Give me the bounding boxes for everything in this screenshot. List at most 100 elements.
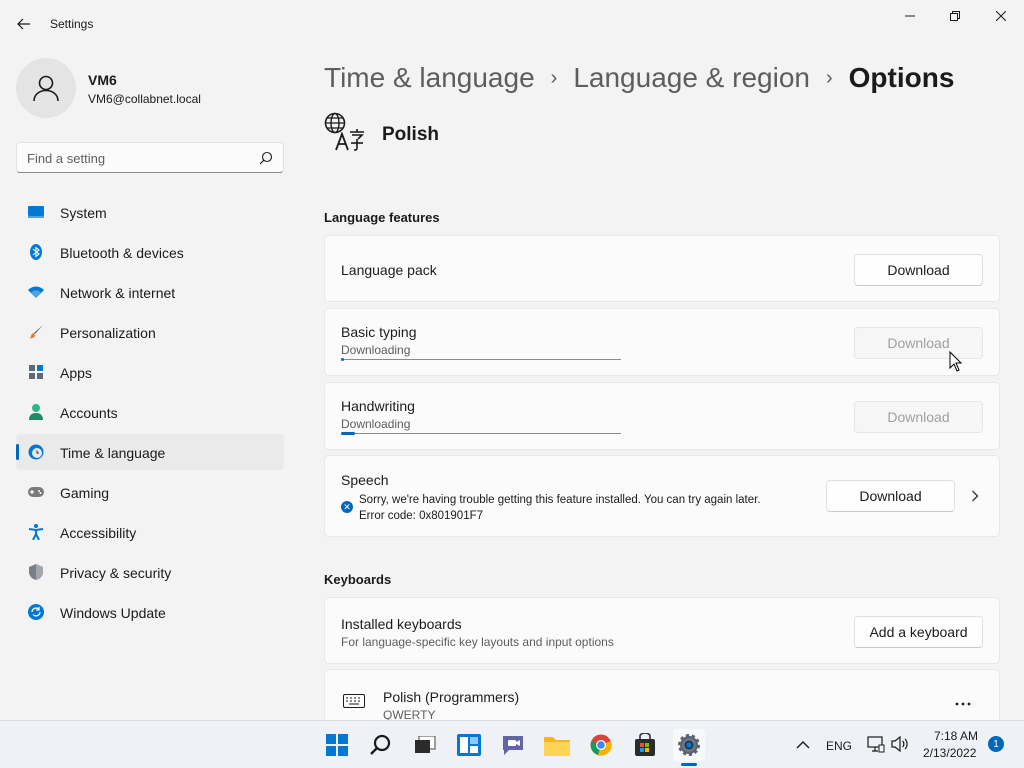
keyboard-item-title: Polish (Programmers) (383, 689, 520, 705)
sidebar-item-windows-update[interactable]: Windows Update (16, 594, 284, 630)
handwriting-download-button[interactable]: Download (854, 401, 983, 433)
person-icon (33, 75, 59, 102)
breadcrumb-language-region[interactable]: Language & region (573, 62, 810, 94)
file-explorer-button[interactable] (541, 729, 573, 761)
user-name: VM6 (88, 72, 117, 88)
close-icon (996, 11, 1006, 21)
gamepad-icon (28, 484, 44, 500)
breadcrumb: Time & language › Language & region › Op… (324, 58, 954, 98)
sidebar-item-network[interactable]: Network & internet (16, 274, 284, 310)
back-button[interactable] (12, 10, 36, 38)
handwriting-progress-fill (341, 432, 355, 435)
store-button[interactable] (629, 729, 661, 761)
speech-title: Speech (341, 472, 389, 488)
keyboard-icon (343, 694, 365, 708)
sidebar-item-label: Gaming (60, 485, 110, 501)
volume-icon[interactable] (891, 736, 909, 752)
system-icon (28, 204, 44, 220)
app-title: Settings (50, 17, 94, 31)
search-input[interactable] (27, 149, 247, 167)
sidebar-item-label: Bluetooth & devices (60, 245, 184, 261)
search-icon (370, 734, 391, 755)
language-name: Polish (382, 124, 440, 145)
page-title: Options (848, 62, 955, 93)
sidebar-item-label: Apps (60, 365, 92, 381)
settings-taskbar-button[interactable] (673, 729, 705, 761)
start-button[interactable] (321, 729, 353, 761)
store-icon (635, 733, 655, 756)
breadcrumb-separator: › (550, 66, 558, 89)
sidebar-item-label: System (60, 205, 107, 221)
chevron-right-icon[interactable] (971, 490, 979, 502)
avatar (16, 58, 76, 118)
handwriting-title: Handwriting (341, 398, 415, 414)
minimize-icon (905, 15, 915, 17)
breadcrumb-separator: › (825, 66, 833, 89)
sidebar-item-gaming[interactable]: Gaming (16, 474, 284, 510)
brush-icon (28, 324, 44, 340)
search-icon (259, 151, 273, 165)
user-email: VM6@collabnet.local (88, 92, 201, 106)
sidebar-item-system[interactable]: System (16, 194, 284, 230)
notification-badge[interactable]: 1 (988, 736, 1004, 752)
sidebar-nav: System Bluetooth & devices Network & int… (16, 194, 284, 634)
add-keyboard-button[interactable]: Add a keyboard (854, 616, 983, 648)
windows-logo-icon (326, 734, 348, 756)
taskbar: ENG 7:18 AM 2/13/2022 (0, 720, 1024, 768)
search-taskbar-button[interactable] (365, 729, 397, 761)
sidebar-item-personalization[interactable]: Personalization (16, 314, 284, 350)
windows-update-icon (28, 604, 44, 620)
sidebar-item-bluetooth[interactable]: Bluetooth & devices (16, 234, 284, 270)
clock-time[interactable]: 7:18 AM (934, 729, 978, 743)
handwriting-status: Downloading (341, 417, 411, 431)
sidebar-item-label: Accounts (60, 405, 118, 421)
more-options-icon[interactable] (955, 702, 971, 706)
breadcrumb-time-language[interactable]: Time & language (324, 62, 535, 94)
widgets-button[interactable] (453, 729, 485, 761)
handwriting-progress (341, 432, 621, 435)
basic-typing-title: Basic typing (341, 324, 417, 340)
task-view-button[interactable] (409, 729, 441, 761)
language-pack-title: Language pack (341, 262, 437, 278)
language-features-title: Language features (324, 210, 440, 225)
error-icon: ✕ (341, 501, 353, 513)
sidebar-item-label: Personalization (60, 325, 156, 341)
input-language-indicator[interactable]: ENG (826, 739, 852, 753)
task-view-icon (415, 736, 436, 753)
folder-icon (544, 737, 570, 756)
mouse-cursor-icon (949, 351, 962, 372)
sidebar-item-time-language[interactable]: Time & language (16, 434, 284, 470)
sidebar-item-label: Windows Update (60, 605, 166, 621)
clock-date[interactable]: 2/13/2022 (923, 746, 976, 760)
user-profile[interactable]: VM6 VM6@collabnet.local (16, 58, 286, 118)
chat-button[interactable] (497, 729, 529, 761)
chrome-icon (590, 734, 612, 756)
sidebar-item-label: Network & internet (60, 285, 176, 301)
active-app-indicator (681, 763, 697, 766)
sidebar-item-accessibility[interactable]: Accessibility (16, 514, 284, 550)
close-button[interactable] (978, 0, 1024, 32)
basic-typing-card: Basic typing Downloading Download (324, 308, 1000, 376)
accessibility-icon (28, 524, 44, 540)
restore-icon (950, 11, 960, 21)
chrome-button[interactable] (585, 729, 617, 761)
chat-icon (503, 736, 523, 755)
search-box[interactable] (16, 142, 284, 173)
language-pack-download-button[interactable]: Download (854, 254, 983, 286)
sidebar-item-privacy[interactable]: Privacy & security (16, 554, 284, 590)
restore-button[interactable] (932, 0, 978, 32)
sidebar-item-apps[interactable]: Apps (16, 354, 284, 390)
language-icon (324, 112, 364, 151)
speech-download-button[interactable]: Download (826, 480, 955, 512)
chevron-up-icon[interactable] (796, 740, 810, 749)
basic-typing-progress (341, 358, 621, 361)
network-icon[interactable] (867, 736, 885, 753)
speech-error-message: Sorry, we're having trouble getting this… (359, 494, 761, 522)
basic-typing-status: Downloading (341, 343, 411, 357)
minimize-button[interactable] (887, 0, 933, 32)
title-bar: Settings (0, 0, 1024, 48)
basic-typing-download-button[interactable]: Download (854, 327, 983, 359)
bluetooth-icon (28, 244, 44, 260)
sidebar-item-accounts[interactable]: Accounts (16, 394, 284, 430)
time-language-icon (28, 444, 44, 460)
